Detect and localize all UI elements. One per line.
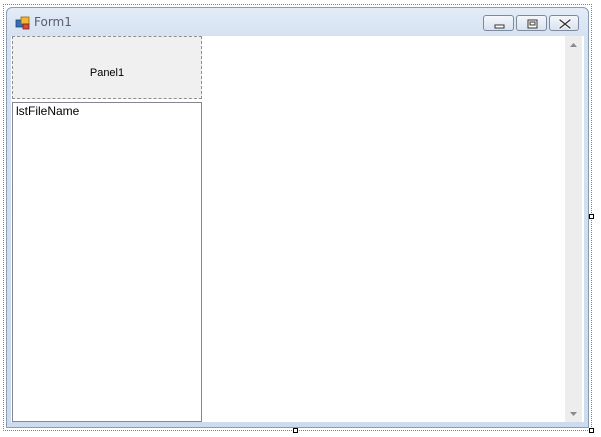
minimize-button[interactable] [483, 15, 514, 31]
form-icon [15, 15, 31, 30]
window-title: Form1 [34, 15, 72, 29]
design-surface: Form1 Panel1 lstFileName [0, 0, 601, 437]
form-client-area: Panel1 lstFileName [11, 36, 584, 422]
close-button[interactable] [549, 15, 579, 31]
scroll-down-icon[interactable] [569, 410, 578, 418]
maximize-button[interactable] [516, 15, 547, 31]
listbox-name-label: lstFileName [16, 104, 80, 118]
resize-handle-bottom[interactable] [293, 428, 298, 433]
form-window[interactable]: Form1 Panel1 lstFileName [6, 7, 589, 428]
file-name-listbox[interactable]: lstFileName [12, 102, 202, 422]
resize-handle-right[interactable] [589, 214, 594, 219]
scroll-up-icon[interactable] [569, 41, 578, 49]
resize-handle-bottom-right[interactable] [589, 428, 594, 433]
panel1[interactable]: Panel1 [12, 36, 202, 99]
panel1-label: Panel1 [89, 67, 125, 79]
vertical-scrollbar[interactable] [565, 36, 582, 422]
title-bar[interactable]: Form1 [7, 8, 588, 36]
maximize-icon [527, 19, 538, 29]
close-icon [558, 18, 572, 30]
minimize-icon [494, 24, 505, 29]
